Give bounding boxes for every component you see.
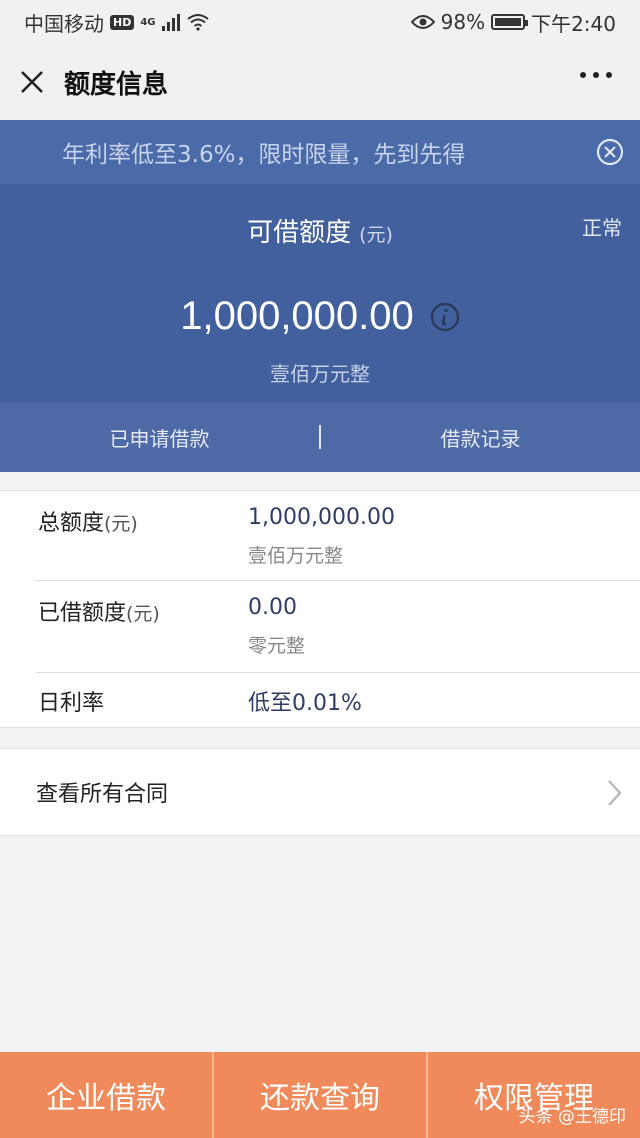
status-bar: 中国移动 HD 4G 98% 下午2:40 (0, 0, 640, 44)
borrowed-credit-label: 已借额度 (38, 601, 127, 626)
more-button[interactable] (580, 72, 612, 78)
borrowed-credit-value: 0.00 (248, 595, 297, 620)
daily-rate-row: 日利率 低至0.01% (36, 673, 640, 729)
corporate-loan-button[interactable]: 企业借款 (0, 1052, 212, 1138)
borrowed-credit-unit: (元) (126, 603, 160, 625)
hd-badge: HD (110, 14, 135, 30)
page-title: 额度信息 (64, 69, 169, 100)
borrowed-credit-row: 已借额度(元) 0.00 零元整 (36, 581, 640, 673)
view-all-contracts-label: 查看所有合同 (36, 782, 169, 807)
carrier-name: 中国移动 (24, 11, 104, 36)
total-credit-row: 总额度(元) 1,000,000.00 壹佰万元整 (36, 491, 640, 581)
total-credit-words: 壹佰万元整 (248, 545, 344, 567)
info-icon[interactable] (430, 302, 460, 332)
view-all-contracts-row[interactable]: 查看所有合同 (0, 748, 640, 836)
total-credit-value: 1,000,000.00 (248, 505, 395, 530)
close-icon (21, 71, 43, 93)
wifi-icon (186, 14, 209, 31)
available-credit-amount-row: 1,000,000.00 (0, 294, 640, 339)
more-dot-icon (593, 72, 599, 78)
promo-close-icon[interactable] (596, 138, 624, 166)
nav-bar: 额度信息 (0, 44, 640, 120)
signal-icon (161, 13, 180, 31)
available-credit-unit: (元) (359, 224, 393, 246)
total-credit-unit: (元) (104, 513, 138, 535)
borrowed-credit-words: 零元整 (248, 635, 306, 657)
chevron-right-icon (608, 780, 622, 806)
total-credit-label-group: 总额度(元) (38, 505, 138, 537)
borrowed-credit-label-group: 已借额度(元) (38, 595, 160, 627)
available-credit-title: 可借额度 (元) (0, 212, 640, 249)
available-credit-amount: 1,000,000.00 (180, 294, 414, 338)
clock: 下午2:40 (531, 11, 616, 36)
credit-hero: 可借额度 (元) 正常 1,000,000.00 壹佰万元整 (0, 184, 640, 402)
promo-banner[interactable]: 年利率低至3.6%，限时限量，先到先得 (0, 120, 640, 184)
more-dot-icon (606, 72, 612, 78)
eye-icon (410, 15, 435, 29)
available-credit-words: 壹佰万元整 (270, 362, 370, 386)
watermark: 头条 @王德印 (518, 1107, 626, 1127)
available-credit-label: 可借额度 (247, 218, 352, 248)
close-button[interactable] (0, 44, 64, 120)
repayment-query-button[interactable]: 还款查询 (214, 1052, 426, 1138)
battery-icon (491, 14, 529, 30)
daily-rate-label: 日利率 (38, 691, 105, 716)
credit-detail-card: 总额度(元) 1,000,000.00 壹佰万元整 已借额度(元) 0.00 零… (0, 490, 640, 728)
promo-text: 年利率低至3.6%，限时限量，先到先得 (62, 142, 466, 168)
total-credit-label: 总额度 (38, 511, 105, 536)
network-type: 4G (140, 16, 156, 28)
status-left: 中国移动 HD 4G (24, 8, 210, 37)
more-dot-icon (580, 72, 586, 78)
tab-loan-records[interactable]: 借款记录 (321, 423, 640, 452)
battery-level (495, 18, 521, 26)
daily-rate-value: 低至0.01% (248, 691, 362, 716)
tab-applied-loans[interactable]: 已申请借款 (0, 423, 319, 452)
hero-tabs: 已申请借款 借款记录 (0, 402, 640, 472)
battery-percent: 98% (440, 10, 486, 34)
status-badge: 正常 (582, 216, 622, 240)
status-right: 98% 下午2:40 (410, 8, 616, 37)
